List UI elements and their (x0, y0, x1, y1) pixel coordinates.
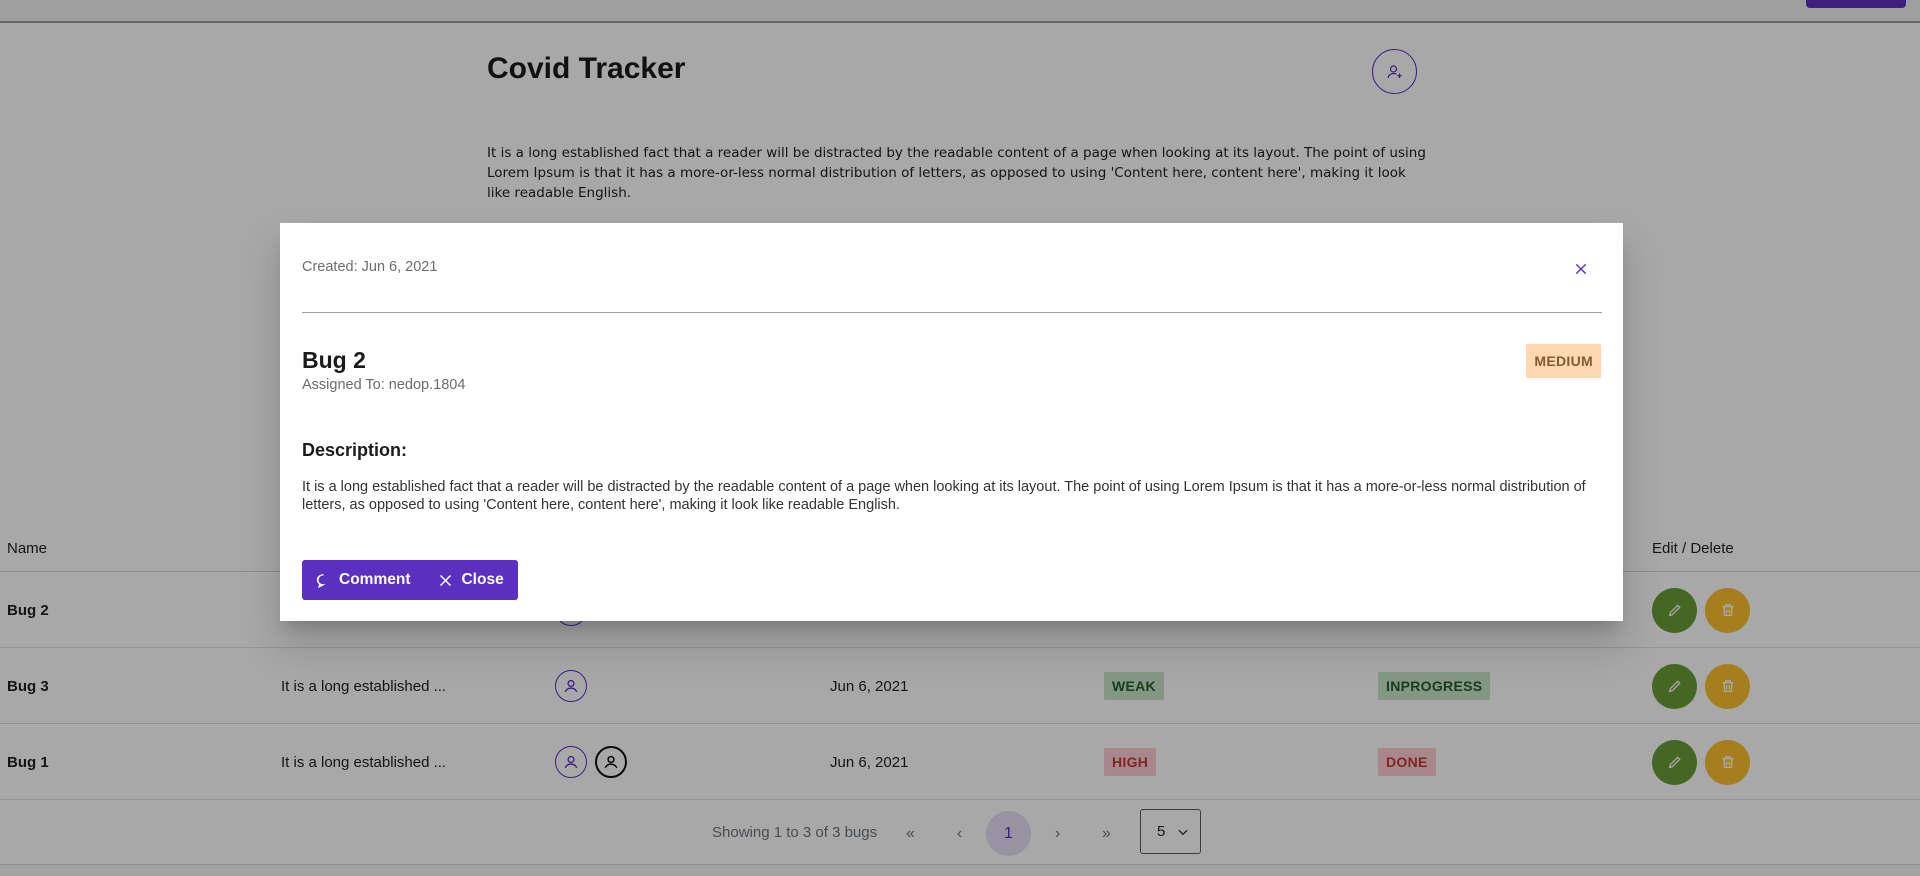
description-heading: Description: (302, 440, 408, 460)
dialog-divider (302, 312, 1602, 313)
bug-title: Bug 2 (302, 347, 366, 373)
close-icon (440, 574, 452, 586)
close-icon (1575, 263, 1587, 275)
bug-details-dialog: Created: Jun 6, 2021 Bug 2 Assigned To: … (280, 223, 1623, 621)
dialog-close-button[interactable] (1571, 259, 1591, 279)
comment-icon (316, 573, 326, 588)
bug-description: It is a long established fact that a rea… (302, 479, 1586, 513)
created-date: Created: Jun 6, 2021 (302, 259, 438, 275)
close-button[interactable]: Close (438, 571, 504, 589)
assigned-to: Assigned To: nedop.1804 (302, 377, 466, 393)
priority-badge: MEDIUM (1526, 344, 1601, 378)
close-label: Close (461, 571, 504, 588)
dialog-actions: Comment Close (302, 560, 518, 600)
comment-label: Comment (339, 571, 411, 588)
comment-button[interactable]: Comment (316, 571, 410, 589)
